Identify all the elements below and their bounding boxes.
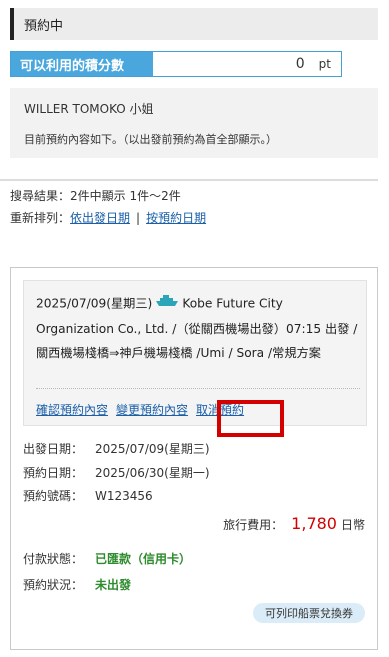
- trip-date: 2025/07/09(星期三): [36, 296, 153, 311]
- reservation-status-label: 預約狀況：: [23, 578, 84, 592]
- reservation-status-row: 預約狀況： 未出發: [23, 576, 131, 593]
- travel-fee-label: 旅行費用：: [223, 518, 284, 532]
- booking-date-value: 2025/06/30(星期一): [95, 466, 210, 480]
- payment-status-row: 付款狀態： 已匯款（信用卡）: [23, 550, 191, 567]
- travel-fee-unit: 日幣: [340, 518, 365, 532]
- booking-date-label: 預約日期：: [23, 466, 84, 480]
- reservation-card: 2025/07/09(星期三) Kobe Future City Organiza…: [10, 267, 378, 650]
- points-label: 可以利用的積分數: [11, 52, 153, 76]
- page-title-bar: 預約中: [10, 8, 378, 40]
- user-info-box: WILLER TOMOKO 小姐 目前預約內容如下。（以出發前預約為首全部顯示。…: [10, 88, 378, 158]
- payment-status-value: 已匯款（信用卡）: [95, 552, 192, 566]
- booking-date-row: 預約日期： 2025/06/30(星期一): [23, 464, 210, 481]
- confirm-reservation-link[interactable]: 確認預約內容: [36, 403, 108, 417]
- payment-status-label: 付款狀態：: [23, 552, 84, 566]
- reservation-status-value: 未出發: [95, 578, 132, 592]
- search-results-count: 搜尋結果：2件中顯示 1件～2件: [10, 189, 181, 203]
- sort-label: 重新排列：: [10, 211, 71, 225]
- reservation-summary: 2025/07/09(星期三) Kobe Future City Organiza…: [23, 280, 367, 437]
- booking-number-value: W123456: [95, 489, 153, 503]
- booking-number-label: 預約號碼：: [23, 489, 84, 503]
- user-name: WILLER TOMOKO 小姐: [24, 102, 154, 116]
- booking-number-row: 預約號碼： W123456: [23, 487, 153, 504]
- travel-fee: 旅行費用： 1,780 日幣: [223, 514, 365, 533]
- trip-description: 2025/07/09(星期三) Kobe Future City Organiza…: [36, 291, 358, 365]
- departure-date-value: 2025/07/09(星期三): [95, 442, 210, 456]
- printable-voucher-badge[interactable]: 可列印船票兌換券: [253, 603, 365, 623]
- highlight-box: [217, 400, 284, 437]
- change-reservation-link[interactable]: 變更預約內容: [116, 403, 188, 417]
- sort-by-booking-link[interactable]: 按預約日期: [146, 211, 206, 225]
- divider: [0, 179, 378, 181]
- user-description: 目前預約內容如下。（以出發前預約為首全部顯示。）: [24, 133, 277, 146]
- points-box: 可以利用的積分數 0 pt: [10, 51, 342, 77]
- departure-date-label: 出發日期：: [23, 442, 84, 456]
- travel-fee-amount: 1,780: [291, 514, 337, 533]
- dotted-divider: [36, 388, 360, 389]
- points-value: 0: [295, 56, 305, 72]
- departure-date-row: 出發日期： 2025/07/09(星期三): [23, 440, 210, 457]
- points-unit: pt: [318, 57, 331, 71]
- sort-separator: |: [136, 211, 141, 225]
- points-value-box: 0 pt: [153, 52, 341, 76]
- page-title: 預約中: [24, 18, 64, 34]
- sort-by-departure-link[interactable]: 依出發日期: [70, 211, 130, 225]
- sort-bar: 重新排列：依出發日期 | 按預約日期: [10, 209, 206, 226]
- ship-icon: [156, 291, 179, 315]
